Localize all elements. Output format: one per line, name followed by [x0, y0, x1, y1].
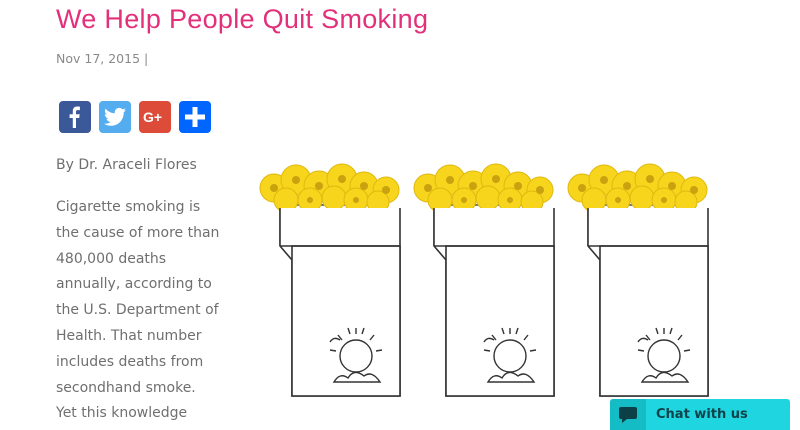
body-line: the U.S. Department of	[56, 302, 219, 319]
chat-label: Chat with us	[656, 407, 748, 422]
body-line: Cigarette smoking is	[56, 199, 201, 215]
cigarette-packs-illustration	[259, 163, 709, 397]
body-line: the cause of more than	[56, 224, 220, 241]
body-line: secondhand smoke.	[56, 379, 196, 396]
post-body: Cigarette smoking is the cause of more t…	[56, 195, 236, 427]
google-plus-icon: G+	[143, 109, 162, 125]
chat-widget-button[interactable]: Chat with us	[610, 399, 790, 430]
share-bar: G+	[59, 101, 211, 133]
body-line: Yet this knowledge	[56, 405, 188, 422]
twitter-share-button[interactable]	[99, 101, 131, 133]
facebook-share-button[interactable]	[59, 101, 91, 133]
body-line: 480,000 deaths	[56, 250, 167, 267]
speech-bubble-icon	[619, 406, 637, 423]
twitter-icon	[104, 107, 126, 126]
body-line: includes deaths from	[56, 353, 204, 370]
post-date: Nov 17, 2015 |	[56, 51, 149, 66]
page-title: We Help People Quit Smoking	[56, 4, 429, 34]
share-plus-icon	[185, 107, 205, 127]
svg-text:G+: G+	[143, 109, 162, 125]
body-line: Health. That number	[56, 327, 202, 344]
google-plus-share-button[interactable]: G+	[139, 101, 171, 133]
facebook-icon	[69, 106, 80, 128]
body-line: annually, according to	[56, 276, 212, 293]
chat-icon-box	[610, 399, 646, 430]
share-more-button[interactable]	[179, 101, 211, 133]
post-byline: By Dr. Araceli Flores	[56, 157, 197, 173]
